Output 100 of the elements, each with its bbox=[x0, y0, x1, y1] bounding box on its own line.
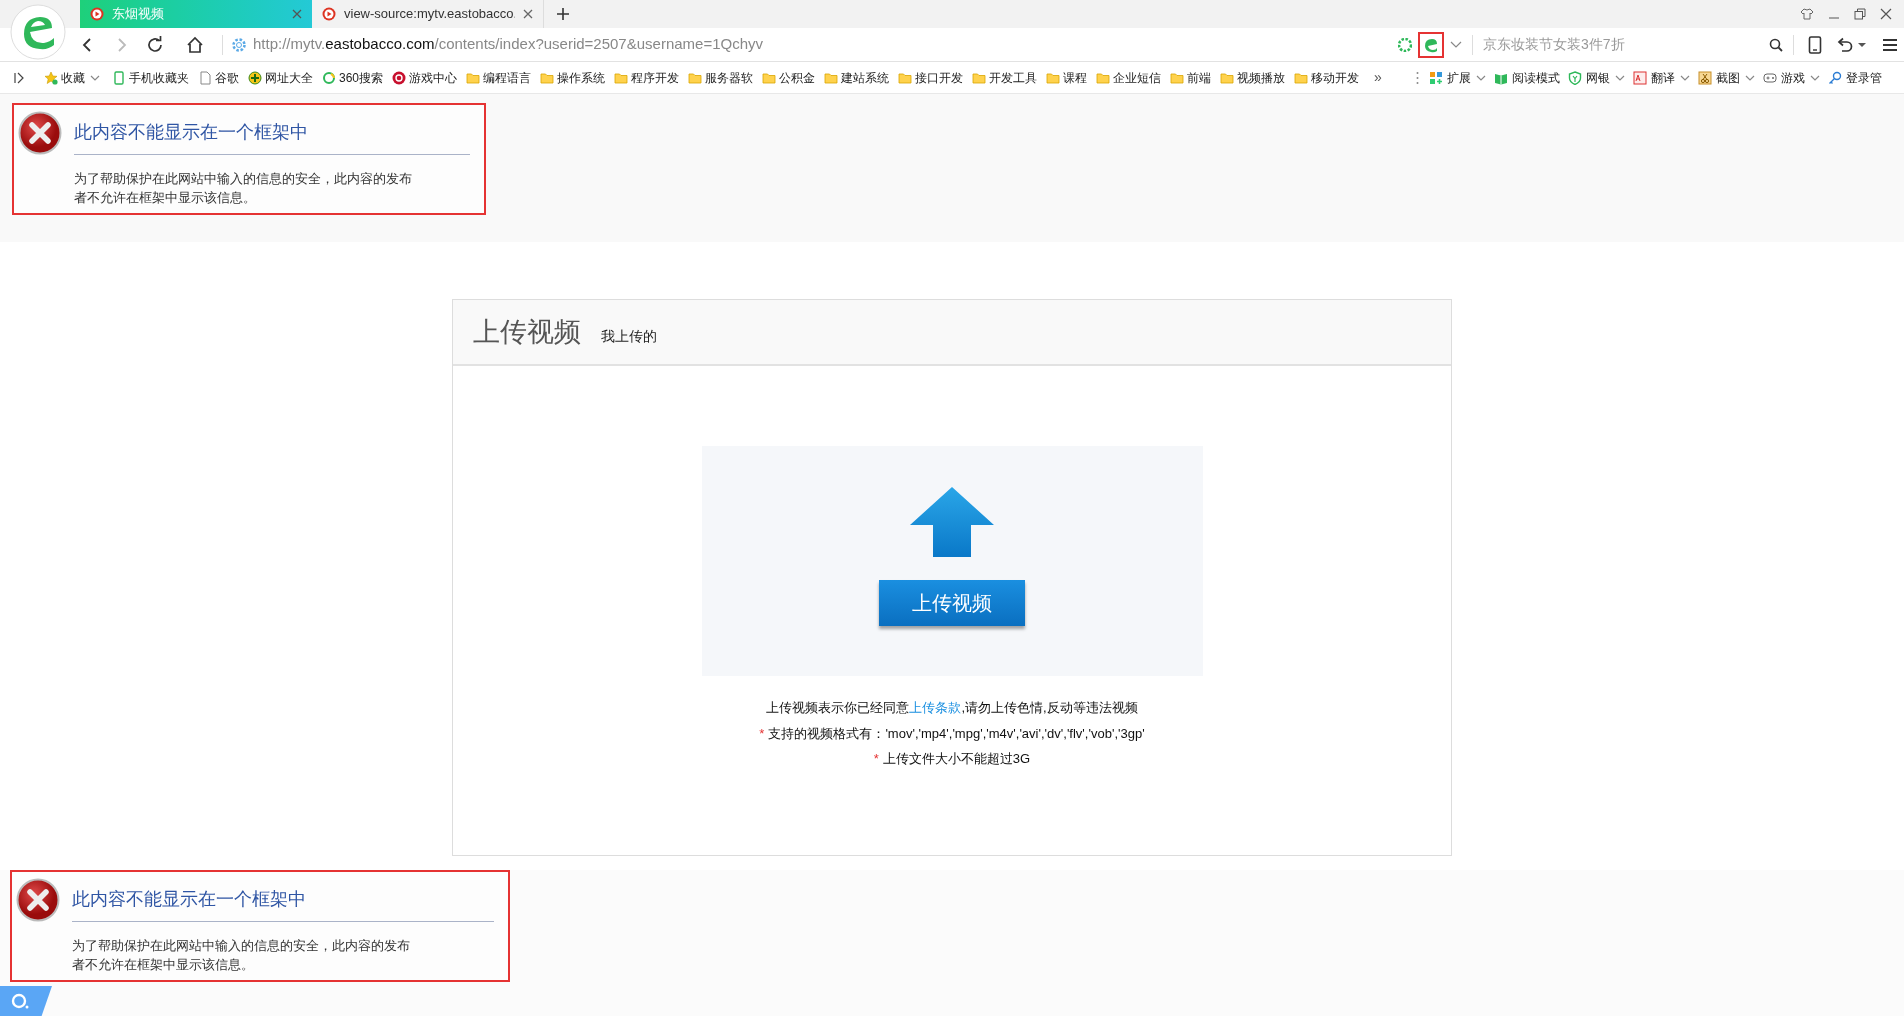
bookmark-item[interactable]: 手机收藏夹 bbox=[112, 68, 189, 87]
browser-mode-button[interactable] bbox=[1418, 31, 1444, 58]
play-icon bbox=[322, 7, 336, 21]
gear-icon bbox=[231, 36, 247, 53]
folder-icon bbox=[1096, 70, 1111, 85]
upload-arrow-icon bbox=[909, 486, 995, 558]
toolbar-item[interactable]: 阅读模式 bbox=[1494, 68, 1560, 87]
upload-button[interactable]: 上传视频 bbox=[879, 580, 1025, 626]
restore-icon[interactable] bbox=[1854, 8, 1866, 20]
bookmark-item[interactable]: 程序开发 bbox=[614, 68, 680, 87]
bookmark-item[interactable]: 360搜索 bbox=[322, 68, 384, 87]
shirt-icon[interactable] bbox=[1800, 8, 1814, 20]
close-icon[interactable] bbox=[1880, 8, 1892, 20]
key-icon bbox=[1828, 70, 1842, 85]
folder-icon bbox=[540, 70, 555, 85]
upload-rule: 支持的视频格式有：'mov','mp4','mpg','m4v','avi','dv','flv','vob','3gp' bbox=[768, 724, 1145, 743]
phone-icon[interactable] bbox=[1808, 35, 1822, 54]
folder-icon bbox=[762, 70, 777, 85]
bookmark-item[interactable]: 企业短信 bbox=[1096, 68, 1162, 87]
toolbar-item[interactable]: 游戏 bbox=[1763, 68, 1805, 87]
gamepad-icon bbox=[1763, 70, 1777, 85]
shield-icon bbox=[1568, 70, 1582, 85]
terms-link[interactable]: 上传条款 bbox=[909, 700, 962, 715]
home-icon[interactable] bbox=[186, 35, 204, 54]
menu-icon[interactable] bbox=[1882, 37, 1898, 52]
folder-icon bbox=[614, 70, 629, 85]
bookmark-item[interactable]: 服务器软 bbox=[688, 68, 754, 87]
search-field[interactable]: 京东妆装节女装3件7折 bbox=[1483, 34, 1769, 55]
reload-icon[interactable] bbox=[146, 35, 164, 54]
caret-icon[interactable] bbox=[1476, 73, 1486, 82]
folder-icon bbox=[898, 70, 913, 85]
error-title: 此内容不能显示在一个框架中 bbox=[72, 886, 494, 922]
panel-tab[interactable]: 我上传的 bbox=[601, 325, 657, 347]
tab-title: 东烟视频 bbox=[112, 5, 165, 24]
toolbar-item[interactable]: 登录管 bbox=[1828, 68, 1882, 87]
panel-title: 上传视频 bbox=[473, 315, 581, 349]
error-icon bbox=[16, 878, 60, 922]
play-icon bbox=[90, 7, 104, 21]
toolbar-item[interactable]: 翻译 bbox=[1633, 68, 1675, 87]
new-tab-icon[interactable] bbox=[556, 7, 570, 21]
sidebar-toggle-icon[interactable] bbox=[14, 71, 24, 84]
badge-icon bbox=[392, 70, 407, 85]
toolbar-item[interactable]: 网银 bbox=[1568, 68, 1610, 87]
bookmark-item[interactable]: 建站系统 bbox=[824, 68, 890, 87]
folder-icon bbox=[1170, 70, 1185, 85]
folder-icon bbox=[1294, 70, 1309, 85]
translate-icon bbox=[1633, 70, 1647, 85]
grid-icon bbox=[1429, 70, 1443, 85]
corner-tab[interactable] bbox=[0, 986, 52, 1016]
close-icon[interactable] bbox=[523, 9, 533, 19]
error-message: 为了帮助保护在此网站中输入的信息的安全，此内容的发布者不允许在框架中显示该信息。 bbox=[74, 170, 413, 207]
bookmark-item[interactable]: 谷歌 bbox=[198, 68, 239, 87]
star-icon bbox=[44, 70, 58, 85]
caret-icon[interactable] bbox=[1858, 41, 1866, 48]
caret-icon[interactable] bbox=[1680, 73, 1690, 82]
required-mark: * bbox=[759, 724, 765, 743]
error-icon bbox=[18, 111, 62, 155]
required-mark: * bbox=[873, 750, 879, 768]
bookmark-item[interactable]: 前端 bbox=[1170, 68, 1212, 87]
shutter-icon[interactable] bbox=[1398, 37, 1412, 52]
caret-icon[interactable] bbox=[1745, 73, 1755, 82]
folder-icon bbox=[466, 70, 481, 85]
bookmark-item[interactable]: 接口开发 bbox=[898, 68, 964, 87]
error-message: 为了帮助保护在此网站中输入的信息的安全，此内容的发布者不允许在框架中显示该信息。 bbox=[72, 937, 411, 974]
undo-icon[interactable] bbox=[1836, 36, 1854, 53]
caret-icon[interactable] bbox=[1810, 73, 1820, 82]
upload-notice: 上传视频表示你已经同意上传条款,请勿上传色情,反动等违法视频 bbox=[766, 699, 1138, 717]
bookmark-item[interactable]: 游戏中心 bbox=[392, 68, 458, 87]
folder-icon bbox=[1220, 70, 1235, 85]
grip-icon bbox=[1416, 70, 1419, 85]
upload-rule: 上传文件大小不能超过3G bbox=[882, 750, 1031, 768]
more-bookmarks-button[interactable]: » bbox=[1374, 67, 1382, 88]
folder-icon bbox=[688, 70, 703, 85]
address-bar-url[interactable]: http://mytv.eastobacco.com/contents/index?userid=2507&username=1Qchyv bbox=[253, 33, 764, 56]
error-title: 此内容不能显示在一个框架中 bbox=[74, 119, 470, 155]
caret-icon[interactable] bbox=[1450, 40, 1462, 49]
upload-dropzone[interactable]: 上传视频 bbox=[701, 446, 1203, 676]
ring-icon bbox=[10, 991, 30, 1011]
folder-icon bbox=[1046, 70, 1061, 85]
search-icon[interactable] bbox=[1769, 37, 1783, 52]
bookmark-item[interactable]: 开发工具 bbox=[972, 68, 1038, 87]
bookmark-item[interactable]: 网址大全 bbox=[248, 68, 313, 87]
plus-icon bbox=[248, 70, 262, 85]
bookmark-item[interactable]: 视频播放 bbox=[1220, 68, 1286, 87]
caret-icon[interactable] bbox=[90, 73, 100, 82]
bookmark-item[interactable]: 课程 bbox=[1046, 68, 1088, 87]
page-icon bbox=[198, 70, 212, 85]
bookmark-item[interactable]: 操作系统 bbox=[540, 68, 606, 87]
close-icon[interactable] bbox=[292, 9, 302, 19]
ring-icon bbox=[322, 70, 336, 85]
bookmark-item[interactable]: 编程语言 bbox=[466, 68, 532, 87]
phone-icon bbox=[112, 70, 126, 85]
folder-icon bbox=[972, 70, 987, 85]
folder-icon bbox=[824, 70, 839, 85]
bookmark-item[interactable]: 收藏 bbox=[44, 68, 85, 87]
toolbar-item[interactable]: 扩展 bbox=[1429, 68, 1471, 87]
caret-icon[interactable] bbox=[1615, 73, 1625, 82]
bookmark-item[interactable]: 公积金 bbox=[762, 68, 816, 87]
bookmark-item[interactable]: 移动开发 bbox=[1294, 68, 1360, 87]
toolbar-item[interactable]: 截图 bbox=[1698, 68, 1740, 87]
